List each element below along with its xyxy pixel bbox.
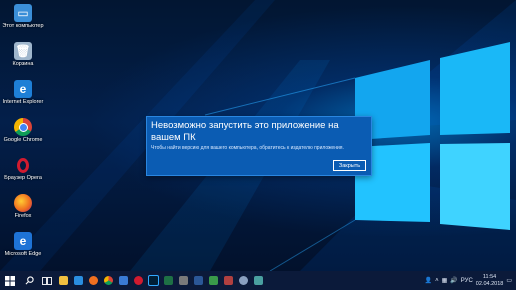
app-icon-2 (209, 276, 218, 285)
desktop-icon-edge[interactable]: e Microsoft Edge (2, 232, 44, 269)
desktop-icon-label: Корзина (12, 61, 34, 67)
volume-icon[interactable]: 🔊 (450, 277, 457, 284)
internet-explorer-icon (74, 276, 83, 285)
dialog-title: Невозможно запустить это приложение на в… (151, 120, 339, 143)
network-icon[interactable]: ▦ (442, 277, 448, 284)
taskbar-app-file-explorer[interactable] (56, 271, 71, 290)
taskbar-app-generic[interactable] (176, 271, 191, 290)
desktop-icon-label: Microsoft Edge (4, 251, 42, 257)
desktop-icon-label: Google Chrome (3, 137, 43, 143)
taskbar-app-settings[interactable] (236, 271, 251, 290)
taskbar-app-opera[interactable] (131, 271, 146, 290)
search-icon (25, 276, 34, 285)
firefox-icon (89, 276, 98, 285)
app-icon (179, 276, 188, 285)
taskbar-app-store[interactable] (116, 271, 131, 290)
settings-icon (239, 276, 248, 285)
clock-date: 02.04.2018 (475, 280, 504, 287)
desktop-icon-label: Internet Explorer (2, 99, 44, 105)
desktop-icon-opera[interactable]: Браузер Opera (2, 156, 44, 193)
start-button[interactable] (0, 271, 20, 290)
taskbar-app-photoshop[interactable] (146, 271, 161, 290)
store-icon (119, 276, 128, 285)
clock[interactable]: 11:54 02.04.2018 (476, 274, 504, 288)
taskbar-app-firefox[interactable] (86, 271, 101, 290)
computer-icon: ▭ (14, 4, 32, 22)
firefox-icon (14, 194, 32, 212)
close-button[interactable]: Закрыть (333, 160, 366, 171)
taskbar-app-generic-3[interactable] (221, 271, 236, 290)
task-view-icon (42, 276, 52, 285)
opera-icon (14, 156, 32, 174)
app-icon-3 (224, 276, 233, 285)
taskbar-app-word[interactable] (191, 271, 206, 290)
internet-explorer-icon: e (14, 80, 32, 98)
desktop-icon-label: Firefox (14, 213, 32, 219)
taskbar-app-excel[interactable] (161, 271, 176, 290)
opera-icon (134, 276, 143, 285)
taskbar-app-generic-4[interactable] (251, 271, 266, 290)
chevron-up-icon[interactable]: ˄ (435, 278, 439, 284)
dialog-message: Чтобы найти версию для вашего компьютера… (151, 145, 344, 151)
chrome-icon (104, 276, 113, 285)
system-tray: 👤 ˄ ▦ 🔊 РУС 11:54 02.04.2018 ▭ (425, 271, 512, 290)
desktop-icon-label: Браузер Opera (4, 175, 42, 181)
chrome-icon (14, 118, 32, 136)
search-button[interactable] (20, 271, 38, 290)
desktop-icon-recycle-bin[interactable]: 🗑 Корзина (2, 42, 44, 79)
desktop-icon-internet-explorer[interactable]: e Internet Explorer (2, 80, 44, 117)
taskbar-app-internet-explorer[interactable] (71, 271, 86, 290)
app-icon-4 (254, 276, 263, 285)
error-dialog: Невозможно запустить это приложение на в… (146, 116, 372, 176)
word-icon (194, 276, 203, 285)
taskbar-app-chrome[interactable] (101, 271, 116, 290)
file-explorer-icon (59, 276, 68, 285)
taskbar: 👤 ˄ ▦ 🔊 РУС 11:54 02.04.2018 ▭ (0, 271, 516, 290)
desktop-icon-this-pc[interactable]: ▭ Этот компьютер (2, 4, 44, 41)
photoshop-icon (148, 275, 159, 286)
taskbar-app-generic-2[interactable] (206, 271, 221, 290)
desktop-icon-chrome[interactable]: Google Chrome (2, 118, 44, 155)
edge-icon: e (14, 232, 32, 250)
windows-start-icon (5, 275, 15, 286)
recycle-bin-icon: 🗑 (14, 42, 32, 60)
desktop-icon-firefox[interactable]: Firefox (2, 194, 44, 231)
desktop-icons: ▭ Этот компьютер 🗑 Корзина e Internet Ex… (2, 4, 44, 270)
task-view-button[interactable] (38, 271, 56, 290)
clock-time: 11:54 (482, 273, 497, 280)
language-indicator[interactable]: РУС (461, 278, 473, 284)
excel-icon (164, 276, 173, 285)
notifications-icon[interactable]: ▭ (506, 277, 512, 284)
desktop-icon-label: Этот компьютер (2, 23, 44, 29)
people-icon[interactable]: 👤 (425, 277, 432, 284)
